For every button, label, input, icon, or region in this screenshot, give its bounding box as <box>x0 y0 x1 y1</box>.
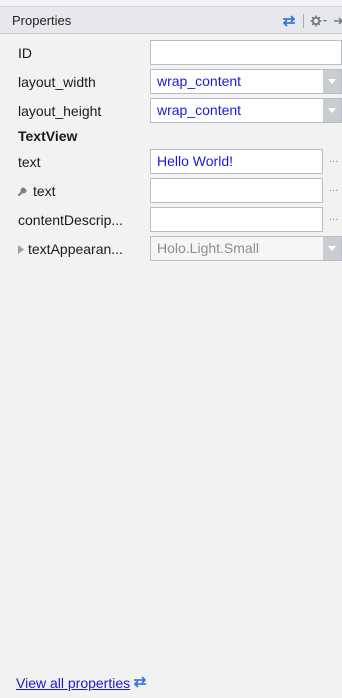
property-row-layout-height: layout_height wrap_content <box>10 97 342 124</box>
tools-text-label-group: text <box>18 183 56 199</box>
layout-height-select[interactable]: wrap_content <box>150 98 342 123</box>
toolbar-divider <box>303 14 304 28</box>
properties-grid: ID layout_width wrap_content layout_heig… <box>10 39 342 264</box>
property-label-content-description: contentDescrip... <box>18 212 124 228</box>
property-row-tools-text: text ... <box>10 177 342 204</box>
text-more-button[interactable]: ... <box>329 153 338 165</box>
tools-text-more-button[interactable]: ... <box>329 182 338 194</box>
section-header-textview: TextView <box>10 126 342 148</box>
content-description-field[interactable] <box>150 207 323 232</box>
property-label-text: text <box>18 154 41 170</box>
wrench-icon <box>18 183 30 199</box>
text-appearance-label-group[interactable]: textAppearan... <box>18 241 123 257</box>
property-label-layout-width: layout_width <box>18 74 96 90</box>
panel-header: Properties <box>0 6 342 34</box>
property-label-id: ID <box>18 45 32 61</box>
panel-title: Properties <box>12 13 72 28</box>
property-label-layout-height: layout_height <box>18 103 102 119</box>
layout-width-select[interactable]: wrap_content <box>150 69 342 94</box>
gear-icon[interactable] <box>309 12 329 30</box>
swap-arrows-icon <box>132 675 148 691</box>
expand-arrow-icon[interactable] <box>18 241 24 257</box>
section-title: TextView <box>18 128 78 144</box>
text-appearance-value: Holo.Light.Small <box>157 240 259 256</box>
content-description-more-button[interactable]: ... <box>329 211 338 223</box>
header-toolbar <box>280 11 342 31</box>
view-all-properties-link[interactable]: View all properties <box>16 675 148 691</box>
swap-arrows-icon[interactable] <box>280 12 298 30</box>
property-row-text: text Hello World! ... <box>10 148 342 175</box>
properties-panel: Properties ID layout_width wrap_content … <box>0 0 342 698</box>
property-row-content-description: contentDescrip... ... <box>10 206 342 233</box>
property-label-text-appearance: textAppearan... <box>28 241 123 257</box>
chevron-down-icon[interactable] <box>323 99 341 122</box>
chevron-down-icon[interactable] <box>323 237 341 260</box>
layout-height-value: wrap_content <box>157 102 242 118</box>
pin-icon[interactable] <box>332 12 342 30</box>
id-field[interactable] <box>150 40 342 65</box>
property-row-text-appearance: textAppearan... Holo.Light.Small <box>10 235 342 262</box>
property-row-layout-width: layout_width wrap_content <box>10 68 342 95</box>
text-field[interactable]: Hello World! <box>150 149 323 174</box>
property-label-tools-text: text <box>33 183 56 199</box>
property-row-id: ID <box>10 39 342 66</box>
view-all-properties-label: View all properties <box>16 675 131 691</box>
tools-text-field[interactable] <box>150 178 323 203</box>
text-appearance-select[interactable]: Holo.Light.Small <box>150 236 342 261</box>
chevron-down-icon[interactable] <box>323 70 341 93</box>
layout-width-value: wrap_content <box>157 73 242 89</box>
